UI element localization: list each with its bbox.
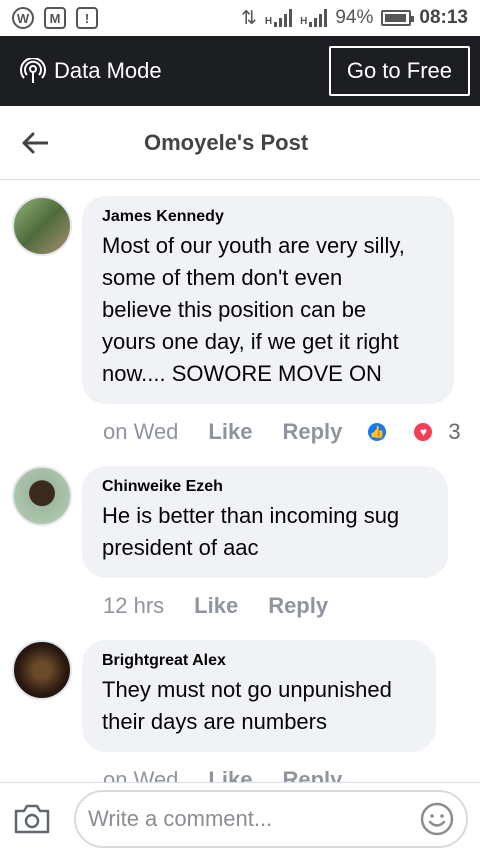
reaction-count[interactable]: 3	[448, 419, 460, 445]
comment-line: president of aac	[102, 535, 259, 560]
alert-icon: !	[76, 7, 98, 29]
like-button[interactable]: Like	[208, 419, 252, 445]
comment-timestamp[interactable]: on Wed	[103, 419, 178, 445]
comment-author[interactable]: Chinweike Ezeh	[102, 478, 428, 496]
wordpress-icon: W	[12, 7, 34, 29]
page-title: Omoyele's Post	[144, 129, 309, 155]
data-transfer-icon: ⇅	[240, 7, 257, 29]
clock: 08:13	[419, 7, 468, 28]
comment-bubble[interactable]: James Kennedy Most of our youth are very…	[82, 196, 454, 404]
comment-line: some of them don't even	[102, 265, 343, 290]
status-bar: W M ! ⇅ H H 94% 08:13	[0, 0, 480, 36]
comment-line: now.... SOWORE MOVE ON	[102, 361, 382, 386]
comment-text: Most of our youth are very silly, some o…	[102, 230, 434, 390]
comment-item: James Kennedy Most of our youth are very…	[0, 196, 480, 404]
comment-line: yours one day, if we get it right	[102, 329, 399, 354]
comment-bubble[interactable]: Chinweike Ezeh He is better than incomin…	[82, 466, 448, 578]
comment-author[interactable]: Brightgreat Alex	[102, 652, 416, 670]
data-mode-label: Data Mode	[54, 58, 162, 83]
comment-input[interactable]: Write a comment...	[74, 789, 468, 848]
data-mode-banner: Data Mode Go to Free	[0, 36, 480, 106]
network-type-label: H	[300, 16, 308, 27]
comment-item: Brightgreat Alex They must not go unpuni…	[0, 640, 480, 752]
network-type-label: H	[264, 16, 273, 27]
broadcast-icon	[20, 58, 46, 83]
comment-timestamp[interactable]: 12 hrs	[103, 593, 164, 619]
comment-line: He is better than incoming sug	[102, 503, 400, 528]
back-arrow-icon[interactable]	[0, 106, 70, 180]
comment-text: They must not go unpunished their days a…	[102, 674, 416, 738]
comment-text: He is better than incoming sug president…	[102, 500, 428, 564]
signal-icon-1: H	[264, 9, 293, 27]
comment-line: believe this position can be	[102, 297, 367, 322]
signal-icon-2: H	[300, 9, 328, 27]
reactions[interactable]: 👍 ♥	[366, 421, 435, 443]
comment-line: Most of our youth are very silly,	[102, 233, 405, 258]
battery-icon	[381, 10, 415, 26]
camera-icon[interactable]	[12, 799, 52, 839]
comment-timestamp[interactable]: on Wed	[103, 767, 178, 782]
reply-button[interactable]: Reply	[282, 767, 342, 782]
battery-percent: 94%	[335, 7, 374, 28]
heart-icon: ♥	[412, 421, 435, 443]
comment-item: Chinweike Ezeh He is better than incomin…	[0, 466, 480, 578]
thumbs-up-icon: 👍	[366, 421, 389, 443]
emoji-icon[interactable]	[420, 802, 454, 836]
avatar[interactable]	[12, 466, 72, 526]
comment-input-placeholder: Write a comment...	[88, 805, 273, 831]
gmail-icon: M	[44, 7, 66, 29]
reply-button[interactable]: Reply	[268, 593, 328, 619]
reply-button[interactable]: Reply	[282, 419, 342, 445]
go-to-free-button[interactable]: Go to Free	[328, 46, 470, 96]
comment-list: James Kennedy Most of our youth are very…	[0, 180, 480, 782]
comment-actions: on Wed Like Reply	[0, 752, 480, 782]
comment-line: their days are numbers	[102, 709, 327, 734]
comment-composer: Write a comment...	[0, 782, 480, 854]
comment-bubble[interactable]: Brightgreat Alex They must not go unpuni…	[82, 640, 436, 752]
like-button[interactable]: Like	[208, 767, 252, 782]
avatar[interactable]	[12, 640, 72, 700]
post-header: Omoyele's Post	[0, 106, 480, 180]
comment-actions: on Wed Like Reply 👍 ♥ 3	[0, 404, 480, 460]
comment-author[interactable]: James Kennedy	[102, 208, 434, 226]
avatar[interactable]	[12, 196, 72, 256]
comment-actions: 12 hrs Like Reply	[0, 578, 480, 634]
comment-line: They must not go unpunished	[102, 677, 392, 702]
like-button[interactable]: Like	[194, 593, 238, 619]
